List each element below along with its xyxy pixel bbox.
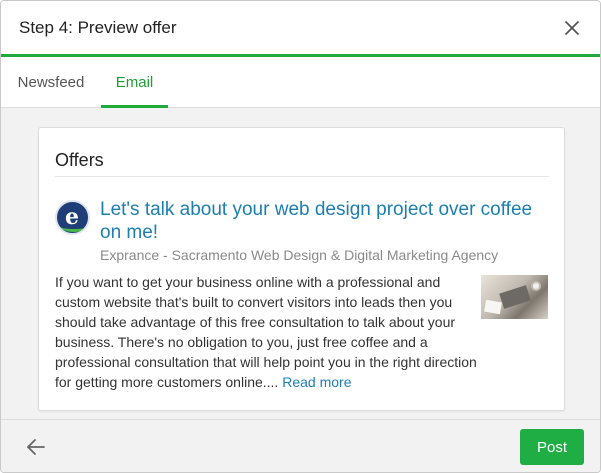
offer-thumbnail (481, 275, 548, 319)
modal-title: Step 4: Preview offer (19, 18, 177, 37)
card-divider (55, 176, 549, 177)
thumbnail-cup (531, 281, 541, 291)
logo-swoosh (61, 222, 87, 232)
close-icon[interactable] (562, 18, 582, 38)
email-preview-card: Offers e Let's talk about your web desig… (38, 127, 565, 411)
preview-tabs: Newsfeed Email (1, 57, 600, 108)
modal-header: Step 4: Preview offer (1, 1, 600, 57)
preview-offer-modal: Step 4: Preview offer Newsfeed Email Off… (0, 0, 601, 473)
post-button[interactable]: Post (520, 429, 584, 465)
tab-newsfeed[interactable]: Newsfeed (1, 57, 101, 108)
company-logo: e (55, 200, 90, 235)
preview-body: Offers e Let's talk about your web desig… (1, 108, 600, 419)
offer-description: If you want to get your business online … (55, 272, 485, 392)
offers-heading: Offers (55, 150, 104, 170)
company-name: Exprance - Sacramento Web Design & Digit… (100, 247, 499, 263)
thumbnail-laptop (499, 285, 531, 309)
arrow-left-icon[interactable] (25, 437, 47, 457)
modal-footer: Post (1, 419, 600, 472)
offer-title-link[interactable]: Let's talk about your web design project… (100, 198, 540, 244)
read-more-link[interactable]: Read more (282, 374, 351, 390)
description-text: If you want to get your business online … (55, 274, 477, 390)
tab-email[interactable]: Email (101, 57, 168, 108)
thumbnail-paper (484, 299, 502, 315)
